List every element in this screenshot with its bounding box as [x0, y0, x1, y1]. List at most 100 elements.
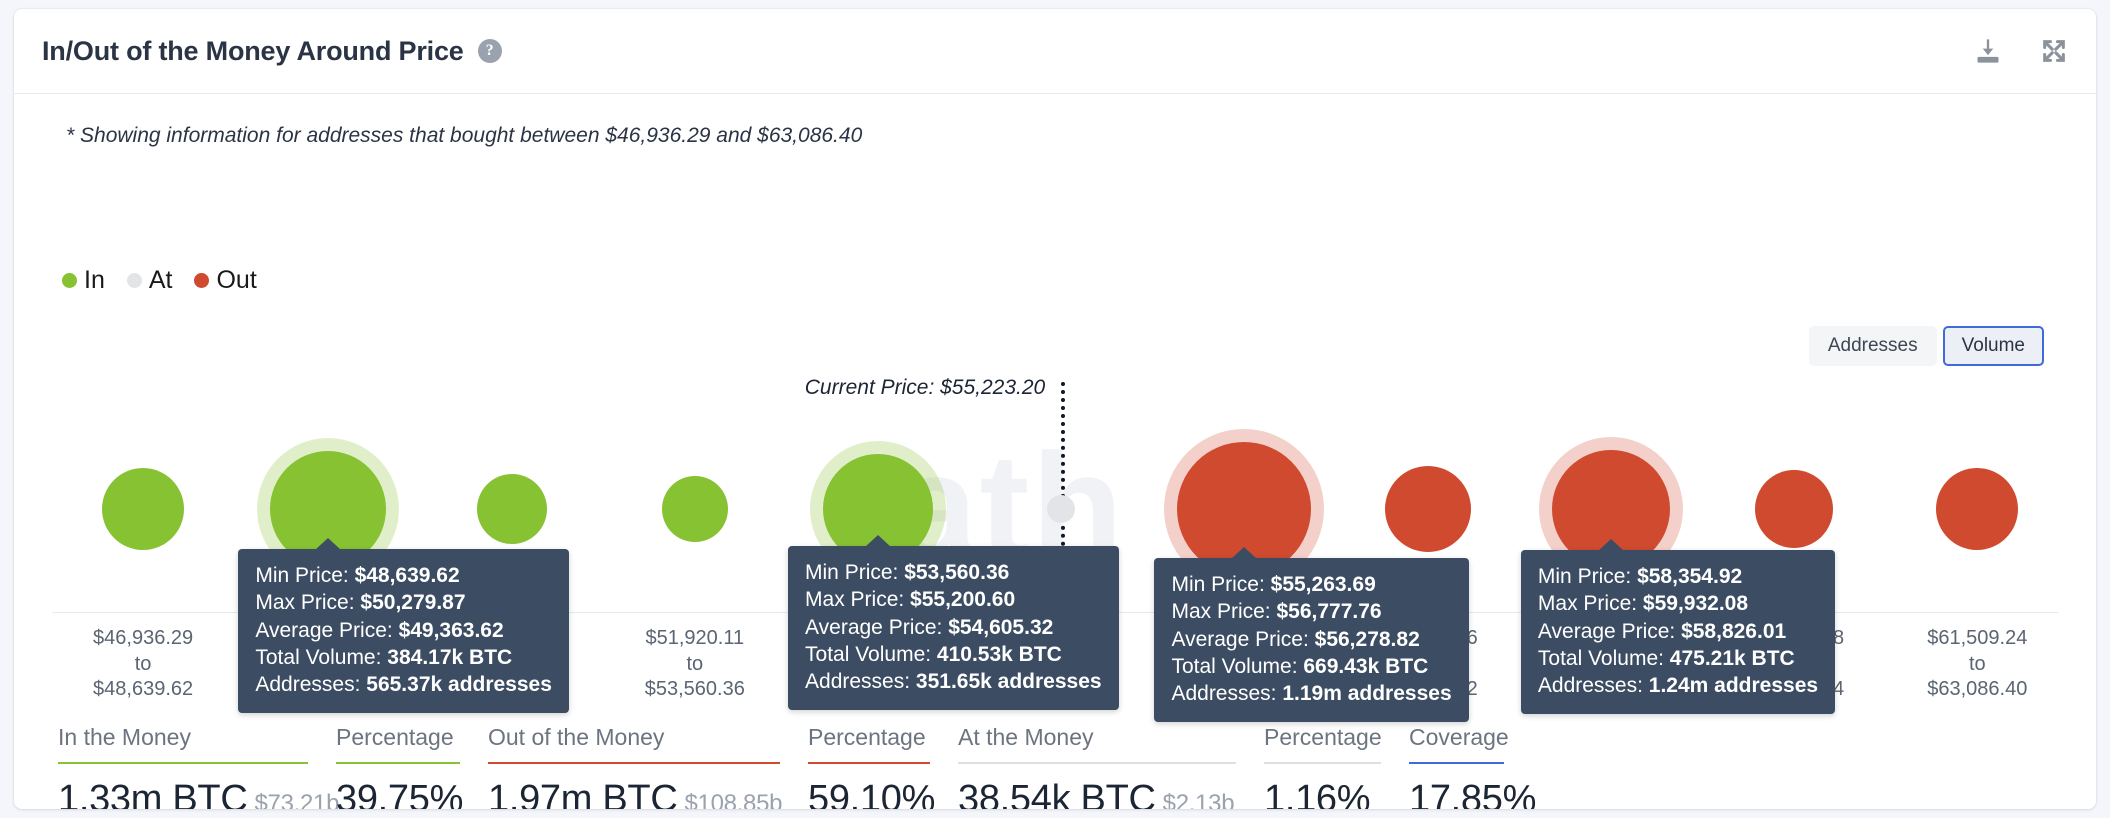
tooltip-row-addresses: Addresses: 1.24m addresses — [1538, 672, 1818, 699]
tooltip-label: Max Price: — [255, 591, 361, 615]
bubble-in-0[interactable] — [102, 468, 185, 550]
card-body: * Showing information for addresses that… — [14, 94, 2096, 809]
tooltip-value: $56,777.76 — [1276, 600, 1382, 624]
page-title: In/Out of the Money Around Price — [42, 35, 464, 66]
legend-item-at[interactable]: At — [126, 266, 172, 295]
stat-label: Out of the Money — [488, 724, 665, 750]
tooltip-row-min-price: Min Price: $53,560.36 — [805, 559, 1102, 586]
tooltip-row-max-price: Max Price: $59,932.08 — [1538, 590, 1818, 617]
chart-note: * Showing information for addresses that… — [66, 124, 863, 147]
tick-line: $53,560.36 — [644, 678, 745, 701]
stat-value: 1.33m BTC $73.21b — [58, 764, 340, 809]
stat-value-sub: $108.85b — [684, 790, 783, 809]
stat-value-main: 38.54k BTC — [958, 778, 1156, 809]
tooltip-label: Average Price: — [255, 618, 399, 642]
tooltip-value: $58,354.92 — [1637, 565, 1743, 588]
tooltip-label: Addresses: — [1537, 674, 1649, 698]
tooltip-label: Min Price: — [1537, 565, 1638, 588]
stat-value-main: 17.85% — [1409, 778, 1537, 809]
tick-line: $61,509.24 — [1927, 627, 2028, 649]
download-icon[interactable] — [1974, 37, 2002, 65]
stat-percentage-3: Percentage 59.10% — [808, 724, 958, 809]
bubble-out-7[interactable] — [1384, 466, 1471, 552]
addresses-toggle-button[interactable]: Addresses — [1808, 326, 1937, 366]
tooltip-arrow — [1597, 539, 1624, 551]
legend-label: Out — [216, 266, 257, 294]
tooltip-value: $56,278.82 — [1314, 627, 1420, 651]
tooltip-label: Max Price: — [1171, 600, 1277, 624]
tooltip-label: Average Price: — [1537, 619, 1682, 643]
tooltip-value: $55,263.69 — [1270, 573, 1376, 596]
tooltip-value: $48,639.62 — [354, 564, 460, 587]
bubble-in-2[interactable] — [476, 474, 547, 544]
legend-dot-icon — [62, 273, 77, 288]
tooltip-row-total-volume: Total Volume: 410.53k BTC — [805, 641, 1102, 668]
stat-value-main: 1.97m BTC — [488, 778, 678, 809]
x-axis-tick-3: $51,920.11 to $53,560.36 — [645, 626, 745, 703]
legend-dot-icon — [194, 273, 210, 288]
tooltip-row-max-price: Max Price: $56,777.76 — [1171, 598, 1451, 625]
tooltip-row-addresses: Addresses: 351.65k addresses — [805, 668, 1102, 695]
tooltip-row-average-price: Average Price: $49,363.62 — [255, 617, 552, 644]
bubble-core — [476, 474, 547, 544]
tooltip-value: $54,605.32 — [948, 615, 1054, 639]
bubble-out-10[interactable] — [1936, 468, 2019, 550]
tooltip-arrow — [1231, 547, 1258, 559]
stat-label: Percentage — [1264, 724, 1382, 750]
tooltip-row-min-price: Min Price: $58,354.92 — [1538, 563, 1818, 590]
legend-item-out[interactable]: Out — [194, 266, 257, 295]
tick-line: $63,086.40 — [1927, 678, 2028, 701]
bubble-core — [102, 468, 185, 550]
stat-at-the-money-4: At the Money 38.54k BTC $2.13b — [958, 724, 1264, 809]
current-price-label: Current Price: $55,223.20 — [804, 376, 1046, 399]
stat-coverage-6: Coverage 17.85% — [1409, 724, 1536, 809]
bubble-core — [1047, 495, 1076, 523]
tooltip-row-total-volume: Total Volume: 384.17k BTC — [255, 644, 552, 671]
legend-dot-icon — [126, 273, 142, 288]
legend-label: In — [84, 266, 105, 294]
chart-legend: In At Out — [62, 266, 269, 295]
tooltip-value: 475.21k BTC — [1669, 646, 1795, 670]
tooltip-row-average-price: Average Price: $56,278.82 — [1171, 626, 1451, 653]
tick-line: $46,936.29 — [93, 627, 194, 649]
tooltip-value: 669.43k BTC — [1303, 654, 1429, 678]
in-out-money-card: In/Out of the Money Around Price ? * Sho… — [14, 9, 2096, 809]
tooltip-row-addresses: Addresses: 565.37k addresses — [255, 671, 552, 698]
tooltip-value: $59,932.08 — [1642, 592, 1749, 616]
bubble-at-5[interactable] — [1047, 495, 1076, 523]
tooltip-row-max-price: Max Price: $55,200.60 — [805, 586, 1102, 613]
bubble-core — [661, 476, 728, 542]
stat-label: In the Money — [58, 724, 191, 750]
tooltip-label: Average Price: — [1171, 627, 1315, 651]
tooltip-value: 565.37k addresses — [366, 673, 552, 697]
tooltip-label: Total Volume: — [1537, 646, 1670, 670]
tooltip-label: Min Price: — [805, 561, 905, 584]
bubble-core — [1936, 468, 2019, 550]
tick-line: to — [134, 652, 152, 675]
legend-item-in[interactable]: In — [62, 266, 105, 295]
tooltip-row-addresses: Addresses: 1.19m addresses — [1171, 680, 1451, 707]
summary-stats: In the Money 1.33m BTC $73.21b Percentage 39… — [58, 724, 1536, 809]
x-axis-tick-10: $61,509.24 to $63,086.40 — [1927, 626, 2027, 703]
tooltip-value: $58,826.01 — [1681, 619, 1787, 643]
bubble-out-9[interactable] — [1755, 470, 1834, 548]
stat-value-main: 39.75% — [336, 778, 464, 809]
tooltip-label: Min Price: — [1171, 573, 1271, 596]
stat-percentage-1: Percentage 39.75% — [336, 724, 488, 809]
expand-icon[interactable] — [2040, 37, 2068, 65]
tooltip-label: Total Volume: — [1171, 654, 1304, 678]
stat-value-main: 1.16% — [1264, 778, 1371, 809]
bubble-in-3[interactable] — [661, 476, 728, 542]
bubble-core — [1755, 470, 1834, 548]
tick-line: to — [1968, 652, 1986, 675]
stat-in-the-money-0: In the Money 1.33m BTC $73.21b — [58, 724, 340, 809]
volume-toggle-button[interactable]: Volume — [1942, 326, 2044, 366]
stat-value: 38.54k BTC $2.13b — [958, 764, 1264, 809]
tooltip-row-total-volume: Total Volume: 669.43k BTC — [1171, 653, 1451, 680]
header-actions — [1974, 37, 2068, 65]
tooltip-value: $55,200.60 — [910, 588, 1016, 612]
stat-value-sub: $73.21b — [254, 790, 340, 809]
tooltip-label: Average Price: — [805, 615, 949, 639]
help-icon[interactable]: ? — [477, 39, 502, 63]
tooltip-label: Addresses: — [805, 670, 916, 694]
